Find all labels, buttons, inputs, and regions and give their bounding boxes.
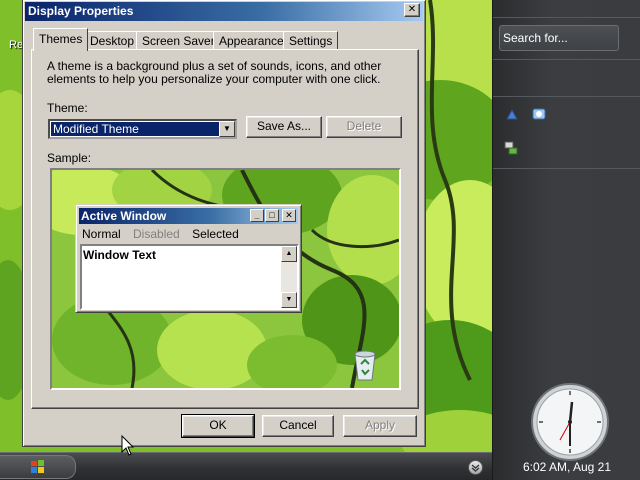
tab-screen-saver[interactable]: Screen Saver xyxy=(136,31,221,50)
sample-window-body: Window Text ▲ ▼ xyxy=(80,244,299,310)
tab-desktop[interactable]: Desktop xyxy=(84,31,141,50)
sidebar-search-input[interactable]: Search for... xyxy=(499,25,619,51)
sample-active-window: Active Window _ □ ✕ Normal Disabled Sele… xyxy=(75,204,302,313)
network-icon[interactable] xyxy=(503,140,519,156)
gadget-icon[interactable] xyxy=(504,107,520,123)
save-as-button[interactable]: Save As... xyxy=(246,116,322,138)
minimize-icon: _ xyxy=(250,209,264,222)
theme-label: Theme: xyxy=(47,101,88,115)
tab-appearance[interactable]: Appearance xyxy=(213,31,290,50)
gadget-icon[interactable] xyxy=(531,106,547,122)
start-button[interactable] xyxy=(0,455,76,479)
sample-window-text: Window Text xyxy=(83,248,156,262)
delete-button[interactable]: Delete xyxy=(326,116,402,138)
ok-button[interactable]: OK xyxy=(181,414,255,438)
sample-menu: Normal Disabled Selected xyxy=(82,227,248,241)
theme-description: A theme is a background plus a set of so… xyxy=(47,59,382,86)
tray-chevron-icon[interactable] xyxy=(468,460,483,475)
cancel-button[interactable]: Cancel xyxy=(262,415,334,437)
dialog-title: Display Properties xyxy=(28,4,134,18)
desktop-icon-label[interactable]: Re xyxy=(9,39,23,51)
theme-select[interactable]: Modified Theme ▼ xyxy=(48,119,237,139)
sidebar-divider xyxy=(493,59,640,60)
scroll-down-icon: ▼ xyxy=(281,292,297,308)
maximize-icon: □ xyxy=(265,209,279,222)
sample-menu-disabled: Disabled xyxy=(133,227,180,241)
sample-scrollbar: ▲ ▼ xyxy=(281,246,297,308)
clock-date-text: 6:02 AM, Aug 21 xyxy=(522,460,612,474)
sample-window-title: Active Window _ □ ✕ xyxy=(79,208,298,224)
clock-icon[interactable] xyxy=(530,382,610,462)
sidebar-divider xyxy=(493,17,640,18)
sidebar: Search for... 6:02 AM, Aug 21 xyxy=(492,0,640,480)
close-icon: ✕ xyxy=(282,209,296,222)
dropdown-arrow-icon[interactable]: ▼ xyxy=(219,121,235,137)
start-flag-icon xyxy=(31,460,44,473)
sample-label: Sample: xyxy=(47,151,92,165)
recycle-bin-icon xyxy=(354,350,376,381)
sample-menu-selected: Selected xyxy=(192,227,239,241)
tab-settings[interactable]: Settings xyxy=(283,31,339,50)
sidebar-divider xyxy=(493,168,640,169)
close-button[interactable]: ✕ xyxy=(404,3,420,17)
sample-window-title-text: Active Window xyxy=(81,209,167,223)
tab-themes[interactable]: Themes xyxy=(33,28,89,51)
sidebar-divider xyxy=(493,96,640,97)
sample-menu-normal: Normal xyxy=(82,227,121,241)
mouse-cursor-icon xyxy=(121,435,135,456)
sample-preview: Active Window _ □ ✕ Normal Disabled Sele… xyxy=(50,168,401,390)
display-properties-dialog: Display Properties ✕ Themes Desktop Scre… xyxy=(22,0,426,447)
apply-button[interactable]: Apply xyxy=(343,415,417,437)
taskbar xyxy=(0,452,492,480)
theme-select-value: Modified Theme xyxy=(51,122,219,136)
close-icon: ✕ xyxy=(407,4,417,15)
scroll-up-icon: ▲ xyxy=(281,246,297,262)
dialog-titlebar[interactable]: Display Properties xyxy=(25,2,423,21)
